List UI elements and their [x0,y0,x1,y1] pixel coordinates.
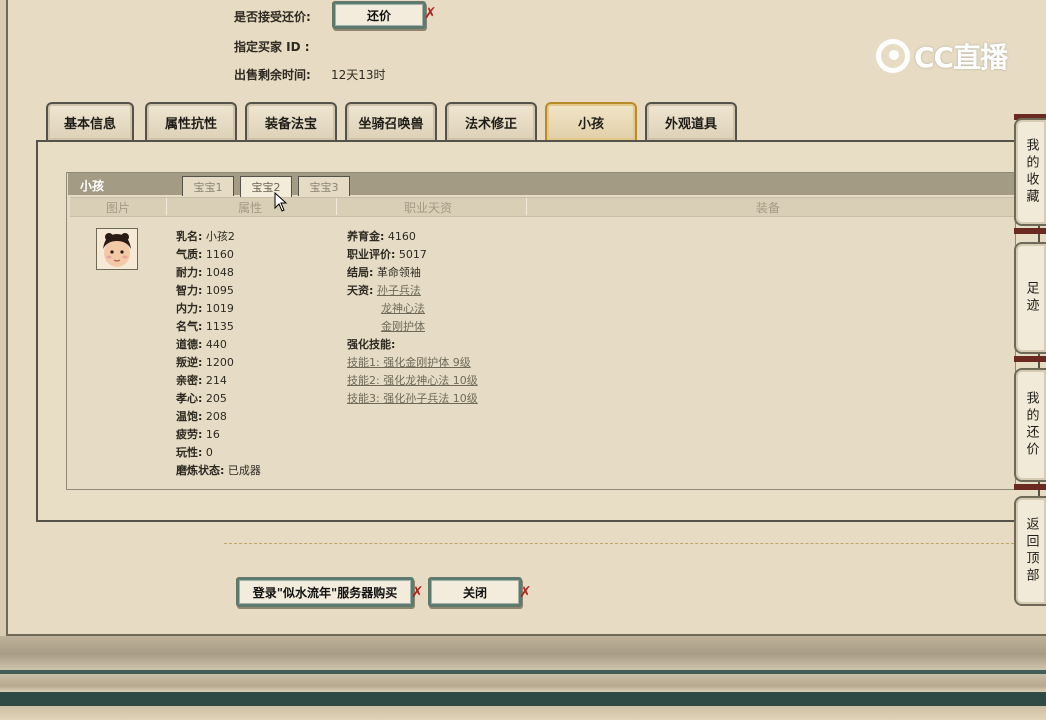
attr-row: 磨炼状态: 已成器 [176,464,261,477]
attr-row: 玩性: 0 [176,446,213,459]
column-header-row [70,197,1014,217]
mouse-cursor-icon [274,192,288,212]
attr-row: 亲密: 214 [176,374,227,387]
talent-row: 金刚护体 [381,318,425,334]
offer-button-x-icon: ✗ [424,4,437,22]
skill-row: 技能3: 强化孙子兵法 10级 [347,390,478,406]
tab-mounts-summons[interactable]: 坐骑召唤兽 [345,102,437,140]
attr-row: 名气: 1135 [176,320,234,333]
tab-attributes-resist[interactable]: 属性抗性 [145,102,237,140]
buy-button-x-icon: ✗ [411,583,424,601]
talent-link[interactable]: 金刚护体 [381,320,425,333]
side-nav-footprints[interactable]: 足迹 [1014,242,1046,354]
skill-link[interactable]: 技能1: 强化金刚护体 9级 [347,356,471,369]
tab-appearance-items[interactable]: 外观道具 [645,102,737,140]
attr-row: 内力: 1019 [176,302,234,315]
child-section-title: 小孩 [80,179,105,193]
tab-child[interactable]: 小孩 [545,102,637,140]
offer-button[interactable]: 还价 [332,1,426,29]
profession-rating-row: 职业评价: 5017 [347,248,427,261]
side-nav-back-to-top[interactable]: 返回顶部 [1014,496,1046,606]
attr-row: 智力: 1095 [176,284,234,297]
close-button[interactable]: 关闭 [428,577,522,607]
attr-row: 气质: 1160 [176,248,234,261]
accept-offer-label: 是否接受还价: [234,10,311,24]
column-header-equipment: 装备 [756,201,781,215]
remaining-time-value: 12天13时 [331,68,386,82]
close-button-x-icon: ✗ [519,583,532,601]
column-separator [166,198,167,215]
cc-logo-icon [876,39,910,73]
attr-row: 道德: 440 [176,338,227,351]
skill-link[interactable]: 技能3: 强化孙子兵法 10级 [347,392,478,405]
cc-live-logo: CC直播 [876,36,1008,76]
attr-row: 乳名: 小孩2 [176,230,235,243]
subtab-baby-3[interactable]: 宝宝3 [298,176,350,196]
ending-row: 结局: 革命领袖 [347,266,421,279]
side-nav-strip [1014,484,1046,490]
talent-row: 天资: 孙子兵法 [347,284,421,297]
tab-spell-correction[interactable]: 法术修正 [445,102,537,140]
tab-equipment[interactable]: 装备法宝 [245,102,337,140]
dashed-divider [224,543,1014,544]
skill-row: 技能1: 强化金刚护体 9级 [347,354,471,370]
column-header-profession: 职业天资 [404,201,453,215]
login-server-buy-button[interactable]: 登录"似水流年"服务器购买 [236,577,414,607]
skill-link[interactable]: 技能2: 强化龙神心法 10级 [347,374,478,387]
logo-text: CC直播 [914,41,1008,74]
enhanced-skills-label: 强化技能: [347,338,396,351]
column-header-attributes: 属性 [238,201,263,215]
attr-row: 温饱: 208 [176,410,227,423]
tab-basic-info[interactable]: 基本信息 [46,102,134,140]
side-nav-strip [1014,356,1046,362]
side-nav-strip [1014,228,1046,234]
talent-link[interactable]: 孙子兵法 [377,284,421,297]
talent-link[interactable]: 龙神心法 [381,302,425,315]
child-face-icon [97,229,137,269]
child-avatar[interactable] [96,228,138,270]
column-separator [336,198,337,215]
column-separator [526,198,527,215]
attr-row: 叛逆: 1200 [176,356,234,369]
side-nav-favorites[interactable]: 我的收藏 [1014,118,1046,226]
attr-row: 疲劳: 16 [176,428,220,441]
attr-row: 孝心: 205 [176,392,227,405]
column-header-picture: 图片 [106,201,131,215]
talent-row: 龙神心法 [381,300,425,316]
buyer-id-label: 指定买家 ID : [234,40,310,54]
subtab-baby-1[interactable]: 宝宝1 [182,176,234,196]
remaining-time-label: 出售剩余时间: [234,68,311,82]
attr-row: 耐力: 1048 [176,266,234,279]
skill-row: 技能2: 强化龙神心法 10级 [347,372,478,388]
nurture-money-row: 养育金: 4160 [347,230,416,243]
side-nav-my-offers[interactable]: 我的还价 [1014,368,1046,482]
bottom-decor-band [0,636,1046,720]
